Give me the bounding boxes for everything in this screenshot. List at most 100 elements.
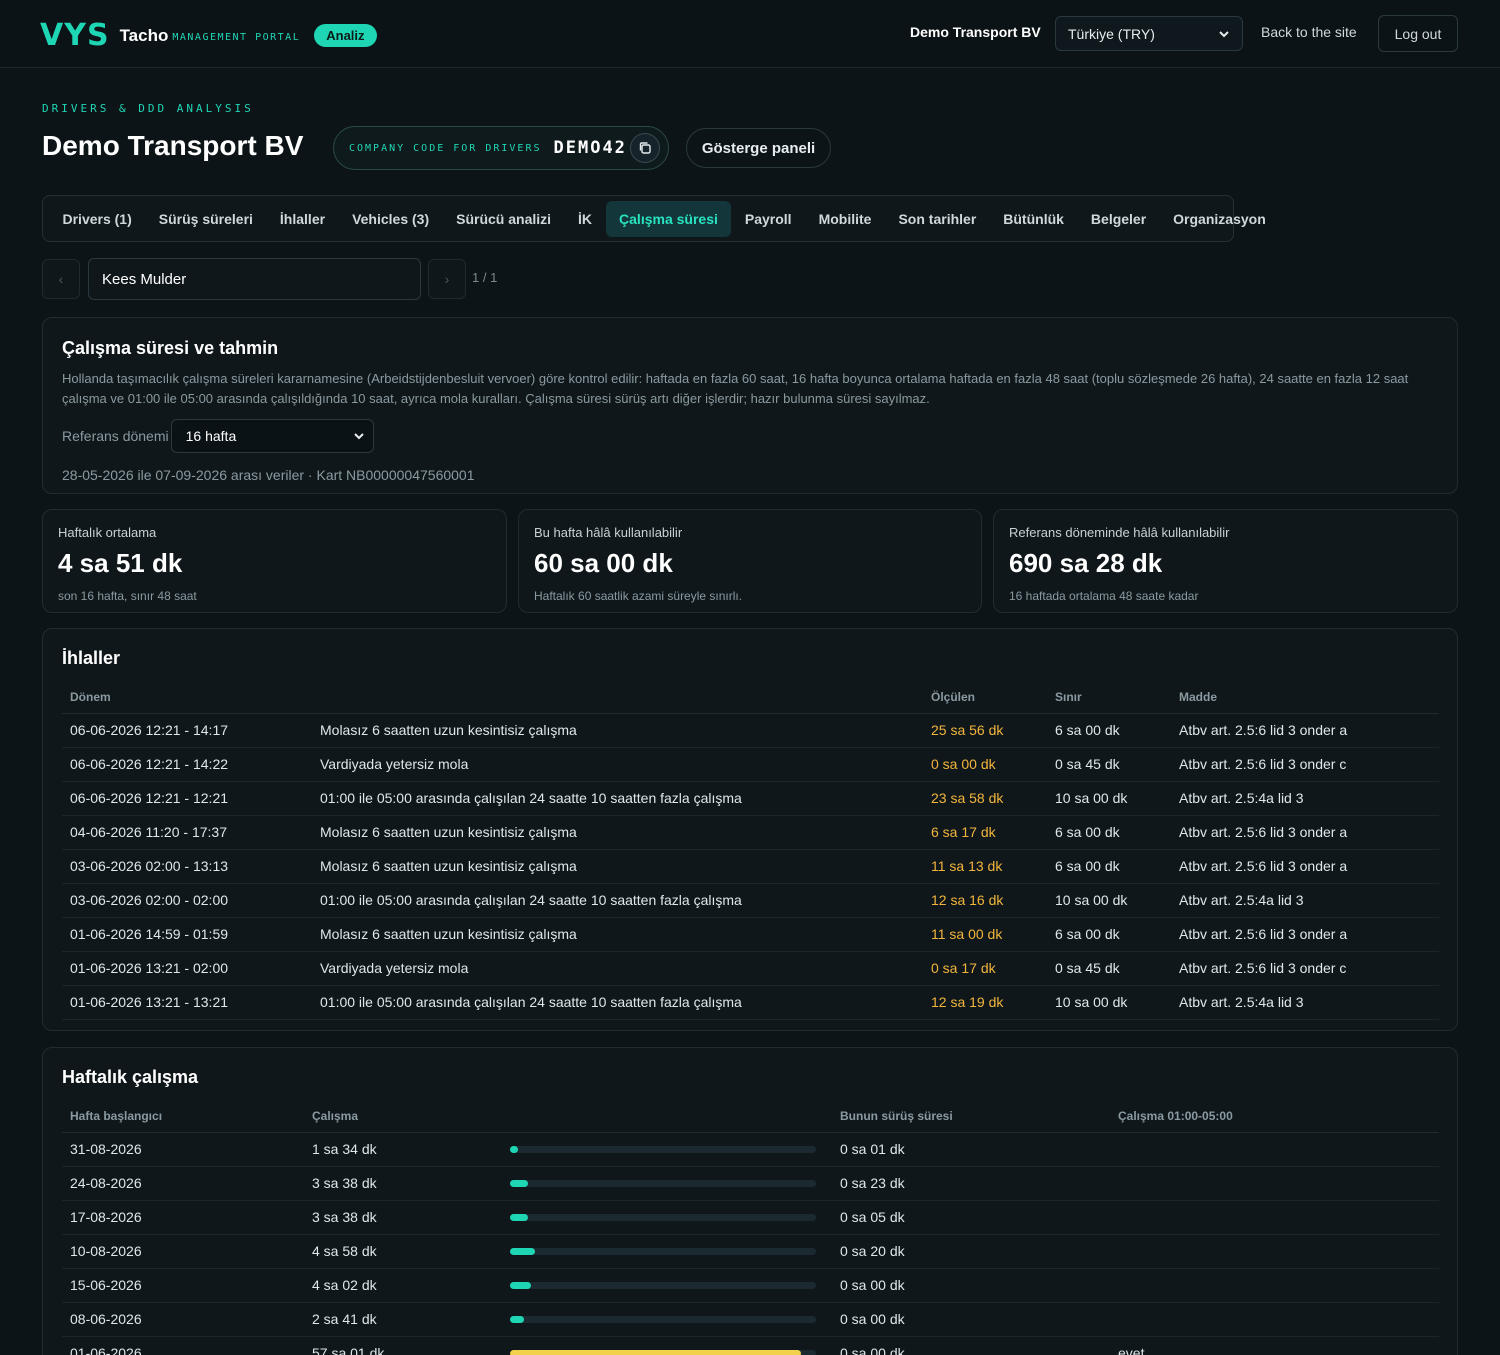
stat-value: 4 sa 51 dk bbox=[58, 548, 183, 578]
tab-12[interactable]: Organizasyon bbox=[1160, 201, 1280, 237]
tab-10[interactable]: Bütünlük bbox=[990, 201, 1078, 237]
tab-2[interactable]: İhlaller bbox=[266, 201, 338, 237]
table-row: 31-08-2026 1 sa 34 dk 0 sa 01 dk bbox=[62, 1132, 1439, 1167]
tab-9[interactable]: Son tarihler bbox=[885, 201, 990, 237]
night-work bbox=[1118, 1302, 1439, 1337]
work-bar-cell bbox=[510, 1234, 840, 1269]
driver-select[interactable]: Kees Mulder bbox=[88, 258, 421, 300]
work-bar-fill bbox=[510, 1179, 529, 1187]
next-driver-button[interactable]: › bbox=[428, 259, 466, 299]
table-row: 03-06-2026 02:00 - 02:00 01:00 ile 05:00 … bbox=[62, 883, 1439, 918]
violation-limit: 10 sa 00 dk bbox=[1055, 985, 1179, 1020]
tab-0[interactable]: Drivers (1) bbox=[49, 201, 145, 237]
intro-title: Çalışma süresi ve tahmin bbox=[62, 338, 279, 358]
night-work bbox=[1118, 1200, 1439, 1235]
violation-article: Atbv art. 2.5:4a lid 3 bbox=[1179, 985, 1439, 1020]
work-bar-track bbox=[510, 1179, 816, 1187]
violation-limit: 6 sa 00 dk bbox=[1055, 713, 1179, 748]
logout-button[interactable]: Log out bbox=[1378, 15, 1458, 52]
reference-period-select[interactable]: 16 hafta bbox=[170, 419, 374, 453]
driver-pager: 1 / 1 bbox=[472, 270, 498, 285]
company-code-label: COMPANY CODE FOR DRIVERS bbox=[349, 142, 542, 154]
tab-bar: Drivers (1) Sürüş süreleri İhlaller Vehicle… bbox=[42, 195, 1266, 242]
working-time-intro-card: Çalışma süresi ve tahmin Hollanda taşıma… bbox=[42, 317, 1458, 494]
violation-period: 01-06-2026 13:21 - 13:21 bbox=[62, 985, 320, 1020]
driving-time: 0 sa 00 dk bbox=[840, 1336, 1118, 1355]
table-row: 04-06-2026 11:20 - 17:37 Molasız 6 saatte… bbox=[62, 815, 1439, 850]
column-header-work: Çalışma bbox=[312, 1100, 510, 1133]
table-row: 08-06-2026 2 sa 41 dk 0 sa 00 dk bbox=[62, 1302, 1439, 1337]
night-work bbox=[1118, 1132, 1439, 1167]
week-start: 08-06-2026 bbox=[62, 1302, 312, 1337]
column-header-night: Çalışma 01:00-05:00 bbox=[1118, 1100, 1439, 1133]
table-row: 01-06-2026 13:21 - 13:21 01:00 ile 05:00 … bbox=[62, 985, 1439, 1020]
tab-5[interactable]: İK bbox=[565, 201, 606, 237]
table-row: 06-06-2026 12:21 - 14:17 Molasız 6 saatte… bbox=[62, 713, 1439, 748]
tab-1[interactable]: Sürüş süreleri bbox=[145, 201, 266, 237]
currency-select[interactable]: Türkiye (TRY) bbox=[1055, 16, 1243, 51]
violation-measured: 25 sa 56 dk bbox=[931, 713, 1055, 748]
work-bar-track bbox=[510, 1213, 816, 1221]
stat-subtext: 16 haftada ortalama 48 saate kadar bbox=[1009, 589, 1199, 603]
work-bar-track bbox=[510, 1145, 816, 1153]
tab-8[interactable]: Mobilite bbox=[805, 201, 885, 237]
column-header-limit: Sınır bbox=[1055, 681, 1179, 714]
violation-description: Molasız 6 saatten uzun kesintisiz çalışm… bbox=[320, 849, 931, 884]
driving-time: 0 sa 23 dk bbox=[840, 1166, 1118, 1201]
weekly-work-card: Haftalık çalışma Hafta başlangıcı Çalışm… bbox=[42, 1047, 1458, 1355]
violation-period: 03-06-2026 02:00 - 02:00 bbox=[62, 883, 320, 918]
violation-description: 01:00 ile 05:00 arasında çalışılan 24 sa… bbox=[320, 781, 931, 816]
table-row: 01-06-2026 57 sa 01 dk 0 sa 00 dk evet bbox=[62, 1336, 1439, 1355]
driving-time: 0 sa 00 dk bbox=[840, 1268, 1118, 1303]
violation-period: 04-06-2026 11:20 - 17:37 bbox=[62, 815, 320, 850]
stat-card: Bu hafta hâlâ kullanılabilir 60 sa 00 dk… bbox=[518, 509, 982, 613]
work-bar-track bbox=[510, 1349, 816, 1355]
night-work bbox=[1118, 1234, 1439, 1269]
violation-description: Vardiyada yetersiz mola bbox=[320, 951, 931, 986]
driving-time: 0 sa 01 dk bbox=[840, 1132, 1118, 1167]
table-row: 01-06-2026 14:59 - 01:59 Molasız 6 saatte… bbox=[62, 917, 1439, 952]
column-header-measured: Ölçülen bbox=[931, 681, 1055, 714]
week-start: 15-06-2026 bbox=[62, 1268, 312, 1303]
week-start: 24-08-2026 bbox=[62, 1166, 312, 1201]
violation-article: Atbv art. 2.5:6 lid 3 onder c bbox=[1179, 951, 1439, 986]
tab-3[interactable]: Vehicles (3) bbox=[339, 201, 443, 237]
dashboard-button[interactable]: Gösterge paneli bbox=[686, 128, 831, 168]
logo[interactable]: VYS Tacho MANAGEMENT PORTAL Analiz bbox=[40, 18, 377, 53]
tab-7[interactable]: Payroll bbox=[731, 201, 805, 237]
violations-table: Dönem Ölçülen Sınır Madde 06-06-2026 12:… bbox=[62, 681, 1439, 1020]
night-work: evet bbox=[1118, 1336, 1439, 1355]
chevron-right-icon: › bbox=[444, 271, 450, 287]
violation-description: 01:00 ile 05:00 arasında çalışılan 24 sa… bbox=[320, 883, 931, 918]
analiz-badge: Analiz bbox=[314, 24, 377, 47]
violation-description: Molasız 6 saatten uzun kesintisiz çalışm… bbox=[320, 917, 931, 952]
tab-6[interactable]: Çalışma süresi bbox=[605, 200, 732, 237]
violation-period: 03-06-2026 02:00 - 13:13 bbox=[62, 849, 320, 884]
table-header-row: Dönem Ölçülen Sınır Madde bbox=[62, 681, 1439, 714]
violation-description: 01:00 ile 05:00 arasında çalışılan 24 sa… bbox=[320, 985, 931, 1020]
tab-4[interactable]: Sürücü analizi bbox=[443, 201, 565, 237]
violation-limit: 6 sa 00 dk bbox=[1055, 849, 1179, 884]
work-bar-cell bbox=[510, 1200, 840, 1235]
reference-period-value: 16 hafta bbox=[185, 428, 237, 444]
stat-label: Referans döneminde hâlâ kullanılabilir bbox=[1009, 525, 1230, 540]
violation-description: Molasız 6 saatten uzun kesintisiz çalışm… bbox=[320, 713, 931, 748]
work-time: 4 sa 02 dk bbox=[312, 1268, 510, 1303]
work-time: 2 sa 41 dk bbox=[312, 1302, 510, 1337]
weekly-table: Hafta başlangıcı Çalışma Bunun sürüş sür… bbox=[62, 1100, 1439, 1355]
work-bar-fill bbox=[510, 1213, 529, 1221]
copy-icon bbox=[639, 142, 651, 154]
table-row: 06-06-2026 12:21 - 12:21 01:00 ile 05:00 … bbox=[62, 781, 1439, 816]
violation-period: 01-06-2026 14:59 - 01:59 bbox=[62, 917, 320, 952]
week-start: 01-06-2026 bbox=[62, 1336, 312, 1355]
violation-article: Atbv art. 2.5:6 lid 3 onder a bbox=[1179, 849, 1439, 884]
back-to-site-link[interactable]: Back to the site bbox=[1261, 24, 1357, 40]
night-work bbox=[1118, 1166, 1439, 1201]
work-bar-cell bbox=[510, 1268, 840, 1303]
copy-code-button[interactable] bbox=[630, 133, 660, 163]
work-time: 1 sa 34 dk bbox=[312, 1132, 510, 1167]
previous-driver-button[interactable]: ‹ bbox=[42, 259, 80, 299]
violation-measured: 11 sa 00 dk bbox=[931, 917, 1055, 952]
tab-11[interactable]: Belgeler bbox=[1077, 201, 1159, 237]
intro-description: Hollanda taşımacılık çalışma süreleri ka… bbox=[62, 371, 1409, 406]
